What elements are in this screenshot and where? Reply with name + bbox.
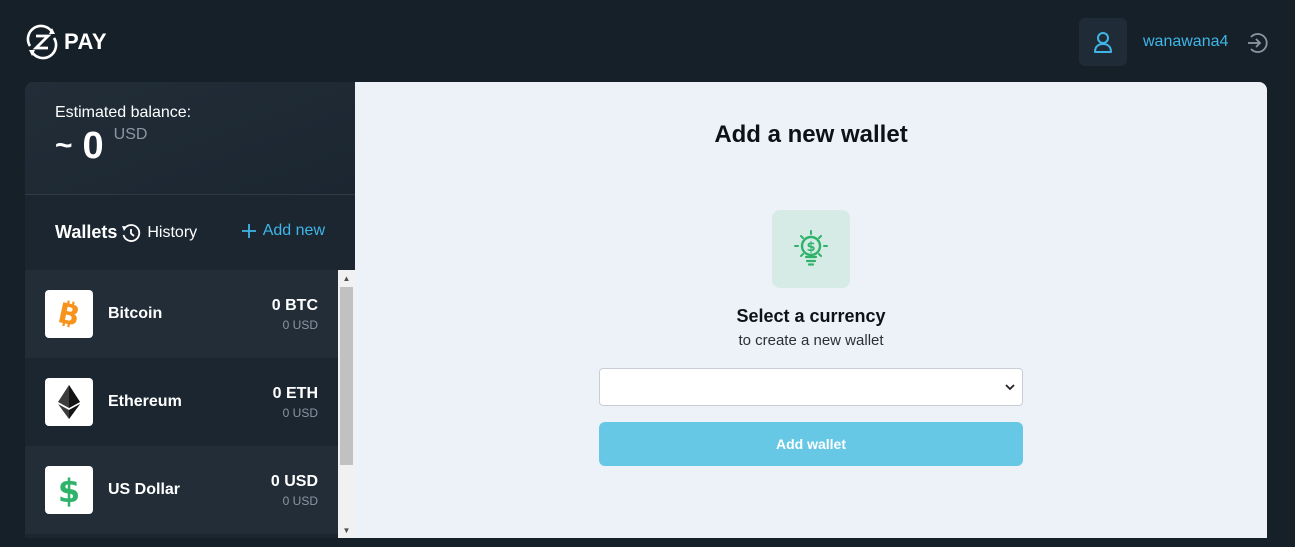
logo-z-icon bbox=[26, 24, 58, 60]
add-new-label: Add new bbox=[262, 222, 325, 239]
tab-history[interactable]: History bbox=[121, 223, 197, 243]
ethereum-icon bbox=[45, 378, 93, 426]
wallet-usd-value: 0 USD bbox=[282, 317, 318, 332]
wallet-list-scrollbar[interactable]: ▲ ▼ bbox=[338, 270, 355, 538]
wallet-name: Bitcoin bbox=[108, 305, 163, 322]
wallet-name: Ethereum bbox=[108, 393, 182, 410]
currency-select[interactable] bbox=[599, 368, 1023, 406]
add-wallet-panel: Add a new wallet $ Select a currency to … bbox=[355, 82, 1267, 538]
wallet-amounts: 0 USD 0 USD bbox=[271, 473, 318, 508]
bitcoin-icon: B bbox=[45, 290, 93, 338]
wallet-usd-value: 0 USD bbox=[282, 493, 318, 508]
wallet-item-ethereum[interactable]: Ethereum 0 ETH 0 USD bbox=[25, 358, 338, 446]
balance-block: Estimated balance: ~ 0 USD bbox=[25, 82, 355, 195]
wallet-item-us-dollar[interactable]: $ US Dollar 0 USD 0 USD bbox=[25, 446, 338, 534]
page-title: Add a new wallet bbox=[714, 121, 908, 148]
logo-text: PAY bbox=[64, 29, 108, 54]
tab-history-label: History bbox=[147, 223, 198, 241]
balance-label: Estimated balance: bbox=[55, 104, 192, 121]
lightbulb-dollar-icon: $ bbox=[772, 210, 850, 288]
scroll-down-arrow-icon[interactable]: ▼ bbox=[338, 522, 355, 538]
add-new-button[interactable]: Add new bbox=[241, 222, 325, 240]
user-profile-button[interactable] bbox=[1079, 18, 1127, 66]
wallet-list: B Bitcoin 0 BTC 0 USD Ethereum 0 ETH 0 U… bbox=[25, 270, 338, 538]
scroll-up-arrow-icon[interactable]: ▲ bbox=[338, 270, 355, 286]
balance-value: 0 bbox=[82, 125, 104, 167]
chevron-down-icon bbox=[1005, 384, 1015, 391]
wallet-usd-value: 0 USD bbox=[282, 405, 318, 420]
user-icon bbox=[1094, 32, 1112, 53]
wallet-amount: 0 BTC bbox=[271, 296, 318, 314]
username[interactable]: wanawana4 bbox=[1143, 33, 1228, 51]
wallet-amounts: 0 ETH 0 USD bbox=[273, 385, 318, 420]
add-wallet-button[interactable]: Add wallet bbox=[599, 422, 1023, 466]
balance-currency: USD bbox=[113, 126, 148, 143]
wallets-sidebar: Estimated balance: ~ 0 USD Wallets Histo… bbox=[25, 82, 355, 538]
wallet-name: US Dollar bbox=[108, 481, 181, 498]
balance-tilde: ~ bbox=[55, 129, 73, 162]
dollar-icon: $ bbox=[45, 466, 93, 514]
history-icon bbox=[122, 223, 141, 242]
select-currency-subtitle: to create a new wallet bbox=[738, 332, 884, 349]
wallet-tabs: Wallets History Add new bbox=[25, 195, 355, 270]
select-currency-title: Select a currency bbox=[736, 306, 886, 326]
tab-wallets[interactable]: Wallets bbox=[55, 222, 117, 243]
plus-icon bbox=[241, 224, 256, 238]
svg-text:$: $ bbox=[806, 240, 815, 255]
logout-icon[interactable] bbox=[1245, 31, 1269, 55]
wallet-amount: 0 USD bbox=[270, 472, 318, 490]
wallet-amounts: 0 BTC 0 USD bbox=[272, 297, 318, 332]
wallet-item-bitcoin[interactable]: B Bitcoin 0 BTC 0 USD bbox=[25, 270, 338, 358]
balance-row: ~ 0 USD bbox=[55, 124, 325, 168]
scroll-thumb[interactable] bbox=[340, 287, 353, 465]
logo[interactable]: PAY bbox=[24, 24, 107, 60]
wallet-amount: 0 ETH bbox=[272, 384, 318, 402]
svg-text:$: $ bbox=[58, 472, 80, 508]
